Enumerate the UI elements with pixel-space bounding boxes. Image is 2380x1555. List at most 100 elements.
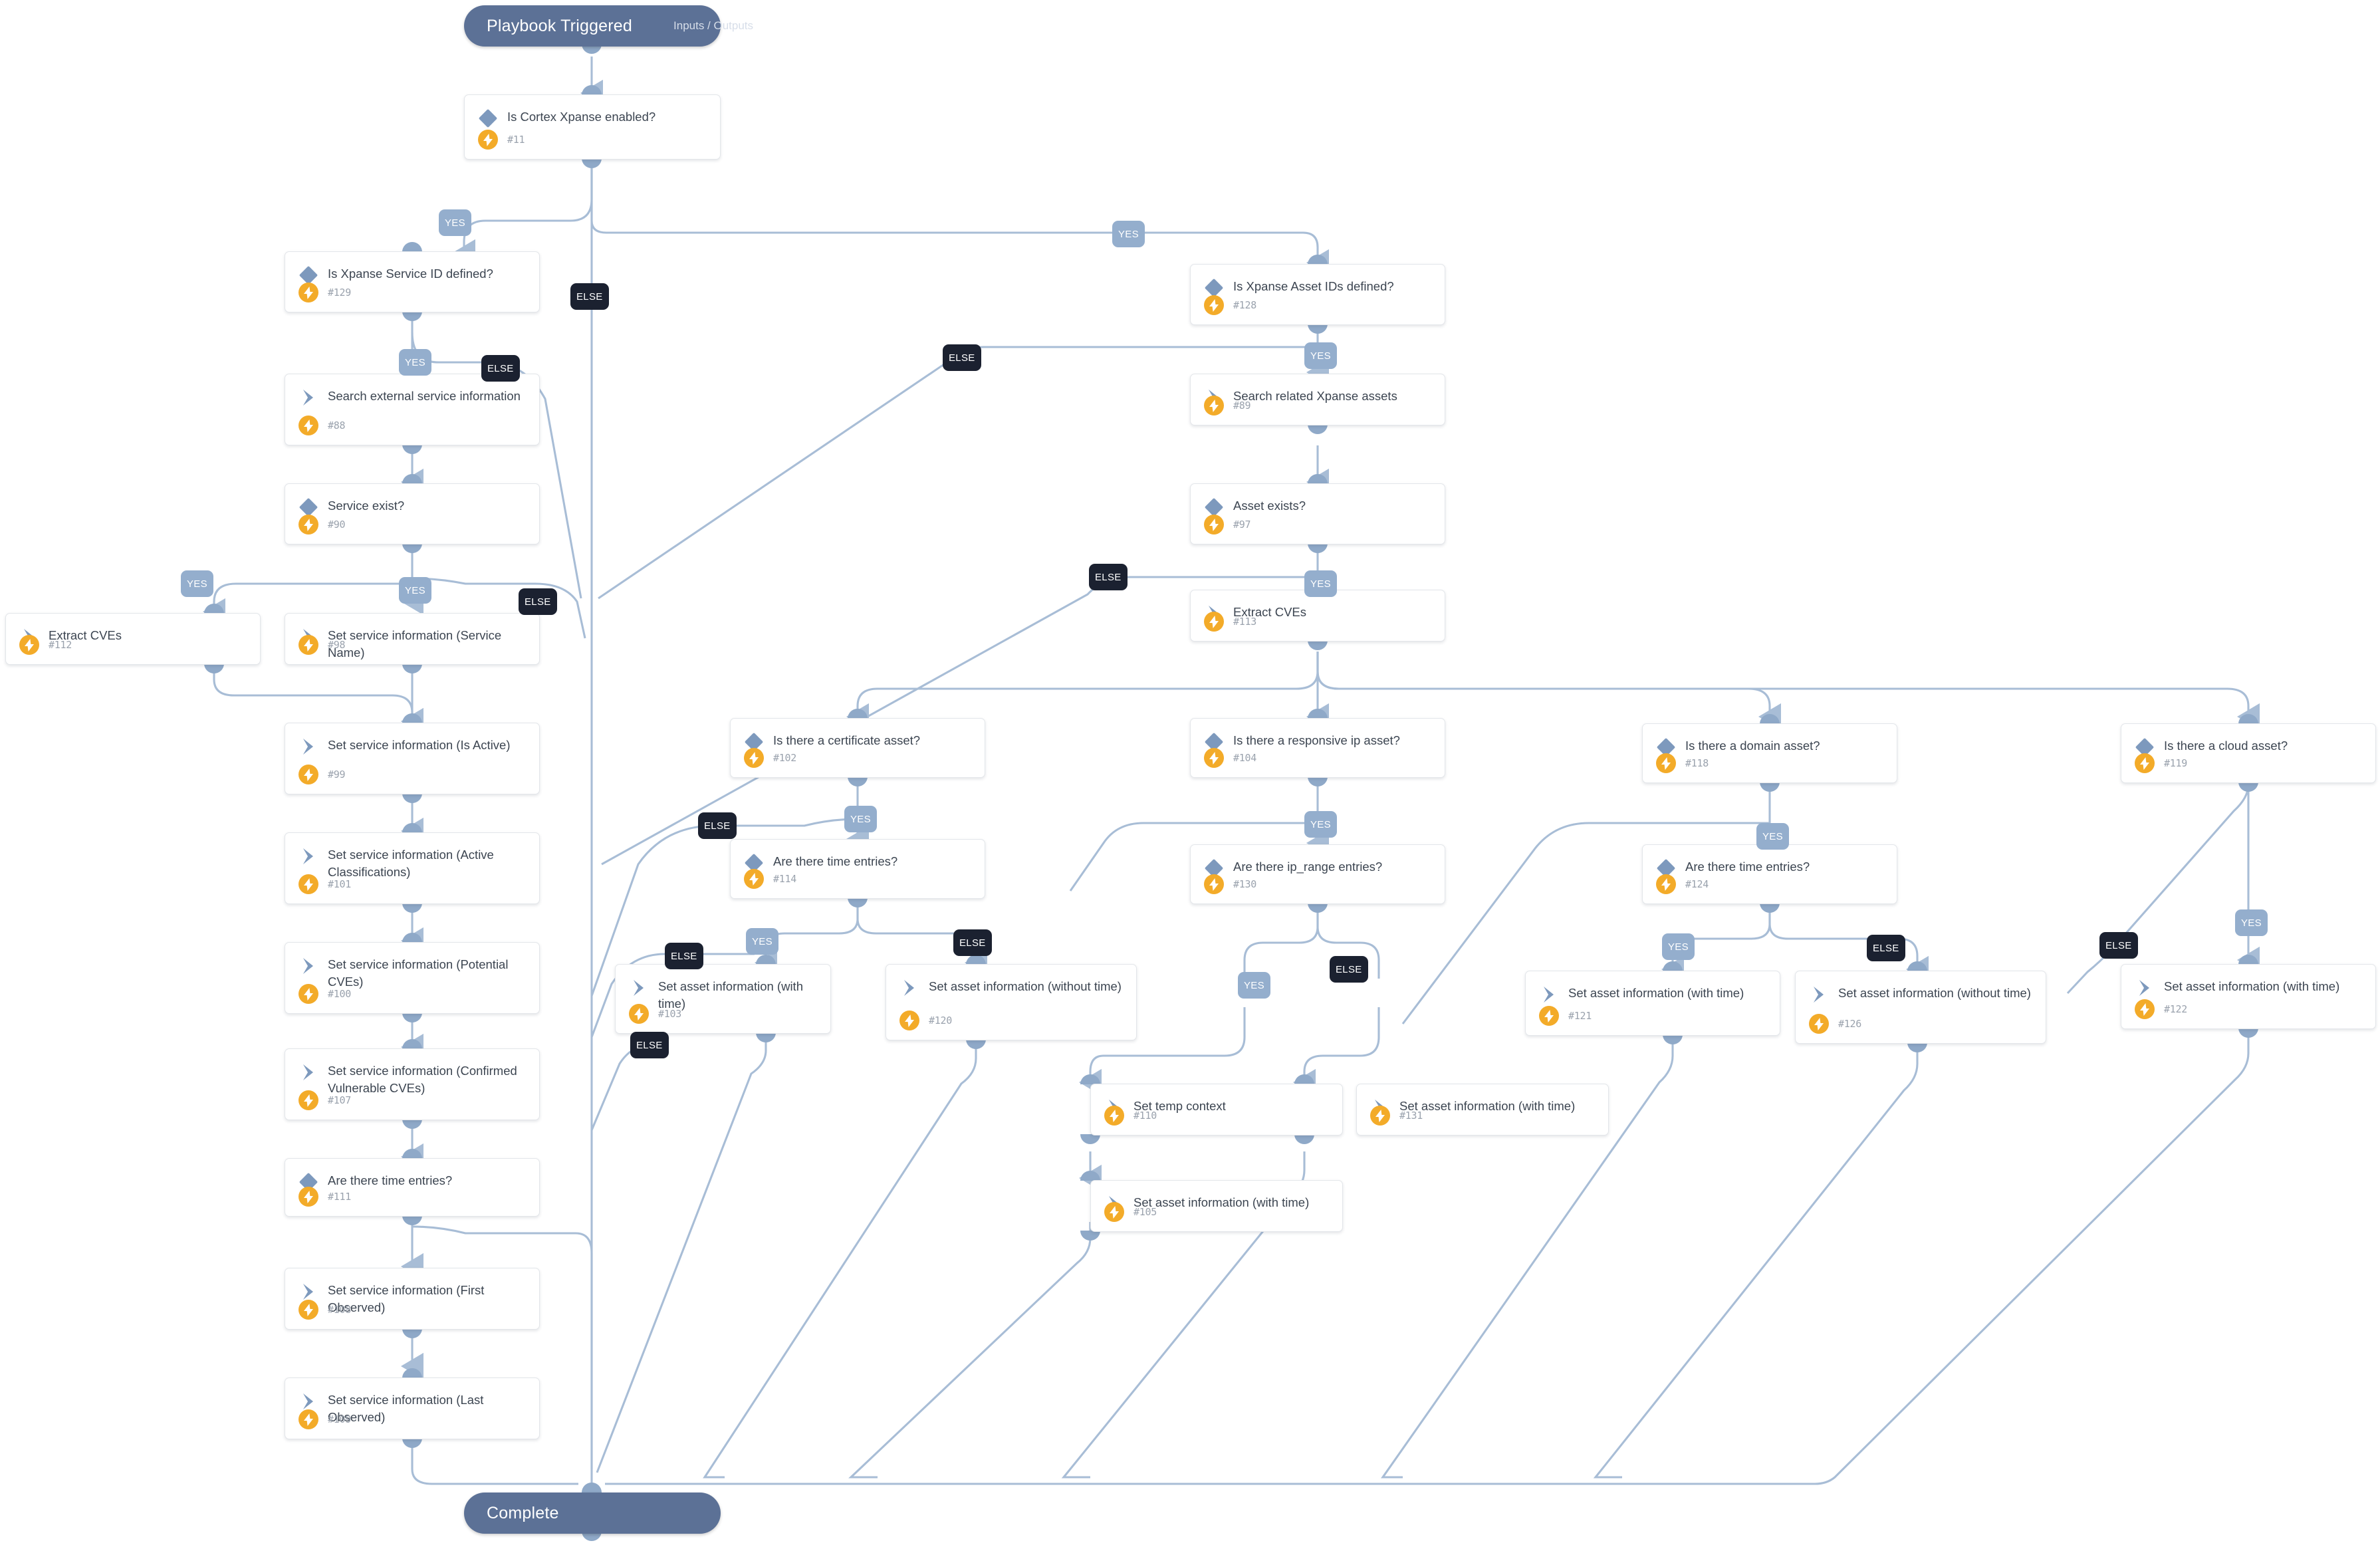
task-node-131[interactable]: Set asset information (with time) #131 xyxy=(1356,1084,1609,1136)
branch-label-yes[interactable]: YES xyxy=(399,349,431,376)
bolt-icon xyxy=(2135,753,2155,773)
bolt-icon xyxy=(298,874,318,894)
task-node-99[interactable]: Set service information (Is Active) #99 xyxy=(285,723,540,794)
port xyxy=(1080,1134,1100,1144)
task-id: #100 xyxy=(328,988,351,1000)
branch-label-else[interactable]: ELSE xyxy=(1330,956,1368,983)
task-node-105[interactable]: Set asset information (with time) #105 xyxy=(1090,1180,1343,1232)
task-node-104[interactable]: Is there a responsive ip asset? #104 xyxy=(1190,718,1445,778)
branch-label-yes[interactable]: YES xyxy=(181,570,213,597)
branch-label-else[interactable]: ELSE xyxy=(698,812,737,839)
task-node-107[interactable]: Set service information (Confirmed Vulne… xyxy=(285,1048,540,1120)
action-icon xyxy=(298,1282,318,1302)
branch-label-else[interactable]: ELSE xyxy=(570,283,609,310)
bolt-icon xyxy=(1204,748,1224,768)
task-node-102[interactable]: Is there a certificate asset? #102 xyxy=(730,718,985,778)
task-node-111[interactable]: Are there time entries? #111 xyxy=(285,1158,540,1217)
bolt-icon xyxy=(19,635,39,655)
branch-label-yes[interactable]: YES xyxy=(1662,933,1695,960)
task-title: Set asset information (with time) xyxy=(1568,986,1744,1000)
playbook-triggered-label: Playbook Triggered xyxy=(487,16,633,35)
complete-node[interactable]: Complete xyxy=(464,1493,721,1534)
branch-label-else[interactable]: ELSE xyxy=(1867,935,1905,961)
task-title: Set asset information (without time) xyxy=(929,979,1122,993)
task-id: #113 xyxy=(1233,616,1256,628)
task-id: #97 xyxy=(1233,519,1251,531)
task-node-113[interactable]: Extract CVEs #113 xyxy=(1190,590,1445,642)
task-node-109[interactable]: Set service information (Last Observed) … xyxy=(285,1377,540,1439)
branch-label-yes[interactable]: YES xyxy=(1112,221,1145,247)
task-id: #119 xyxy=(2164,757,2187,769)
action-icon xyxy=(1539,985,1559,1005)
branch-label-yes[interactable]: YES xyxy=(746,928,778,955)
branch-label-yes[interactable]: YES xyxy=(2235,909,2268,936)
task-id: #103 xyxy=(658,1008,681,1020)
task-node-128[interactable]: Is Xpanse Asset IDs defined? #128 xyxy=(1190,264,1445,325)
branch-label-yes[interactable]: YES xyxy=(1304,570,1337,597)
task-node-112[interactable]: Extract CVEs #112 xyxy=(5,613,261,665)
branch-label-else[interactable]: ELSE xyxy=(519,588,557,615)
task-node-121[interactable]: Set asset information (with time) #121 xyxy=(1525,971,1780,1036)
task-node-119[interactable]: Is there a cloud asset? #119 xyxy=(2121,723,2376,783)
port xyxy=(1663,961,1683,971)
port xyxy=(582,1483,602,1493)
task-node-88[interactable]: Search external service information #88 xyxy=(285,374,540,445)
task-node-130[interactable]: Are there ip_range entries? #130 xyxy=(1190,844,1445,904)
task-node-124[interactable]: Are there time entries? #124 xyxy=(1642,844,1897,904)
conditional-icon xyxy=(478,108,498,128)
action-icon xyxy=(298,1062,318,1082)
branch-label-yes[interactable]: YES xyxy=(1756,823,1789,850)
playbook-canvas: Playbook Triggered Inputs / Outputs Comp… xyxy=(0,0,2380,1555)
branch-label-yes[interactable]: YES xyxy=(844,806,877,832)
branch-label-else[interactable]: ELSE xyxy=(943,344,981,371)
branch-label-else[interactable]: ELSE xyxy=(953,929,992,956)
port xyxy=(1760,903,1780,913)
task-node-11[interactable]: Is Cortex Xpanse enabled? #11 xyxy=(464,94,721,160)
port xyxy=(402,444,422,454)
task-title: Is there a domain asset? xyxy=(1685,739,1820,753)
branch-label-yes[interactable]: YES xyxy=(1304,811,1337,838)
branch-label-yes[interactable]: YES xyxy=(1238,972,1270,999)
task-node-118[interactable]: Is there a domain asset? #118 xyxy=(1642,723,1897,783)
bolt-icon xyxy=(298,984,318,1004)
port xyxy=(2238,955,2258,965)
task-id: #122 xyxy=(2164,1003,2187,1015)
branch-label-else[interactable]: ELSE xyxy=(630,1032,669,1058)
bolt-icon xyxy=(1204,396,1224,416)
task-node-114[interactable]: Are there time entries? #114 xyxy=(730,839,985,899)
task-node-129[interactable]: Is Xpanse Service ID defined? #129 xyxy=(285,251,540,312)
task-id: #111 xyxy=(328,1191,351,1203)
branch-label-else[interactable]: ELSE xyxy=(481,355,520,382)
task-id: #98 xyxy=(328,639,346,651)
task-node-90[interactable]: Service exist? #90 xyxy=(285,483,540,544)
branch-label-else[interactable]: ELSE xyxy=(1089,564,1128,590)
branch-label-else[interactable]: ELSE xyxy=(665,943,703,969)
action-icon xyxy=(298,737,318,757)
task-node-126[interactable]: Set asset information (without time) #12… xyxy=(1795,971,2046,1044)
branch-label-yes[interactable]: YES xyxy=(439,209,471,236)
task-id: #118 xyxy=(1685,757,1709,769)
task-node-103[interactable]: Set asset information (with time) #103 xyxy=(615,964,831,1034)
action-icon xyxy=(298,956,318,976)
port xyxy=(966,1039,986,1049)
task-id: #102 xyxy=(773,752,796,764)
task-id: #110 xyxy=(1133,1110,1157,1122)
branch-label-yes[interactable]: YES xyxy=(399,577,431,604)
task-node-97[interactable]: Asset exists? #97 xyxy=(1190,483,1445,544)
task-node-set-temp-context-visible[interactable]: Set temp context #110 xyxy=(1090,1084,1343,1136)
task-id: #124 xyxy=(1685,878,1709,890)
task-node-101[interactable]: Set service information (Active Classifi… xyxy=(285,832,540,904)
task-id: #88 xyxy=(328,419,346,431)
branch-label-else[interactable]: ELSE xyxy=(2099,932,2138,959)
task-node-108[interactable]: Set service information (First Observed)… xyxy=(285,1268,540,1330)
task-node-89[interactable]: Search related Xpanse assets #89 xyxy=(1190,374,1445,425)
task-node-98[interactable]: Set service information (Service Name) #… xyxy=(285,613,540,665)
branch-label-yes[interactable]: YES xyxy=(1304,342,1337,369)
port xyxy=(402,713,422,723)
task-title: Set asset information (with time) xyxy=(2164,979,2340,993)
port xyxy=(582,85,602,95)
playbook-triggered-node[interactable]: Playbook Triggered Inputs / Outputs xyxy=(464,5,753,47)
task-node-120[interactable]: Set asset information (without time) #12… xyxy=(886,964,1137,1040)
task-node-122[interactable]: Set asset information (with time) #122 xyxy=(2121,964,2376,1029)
task-node-100[interactable]: Set service information (Potential CVEs)… xyxy=(285,942,540,1014)
